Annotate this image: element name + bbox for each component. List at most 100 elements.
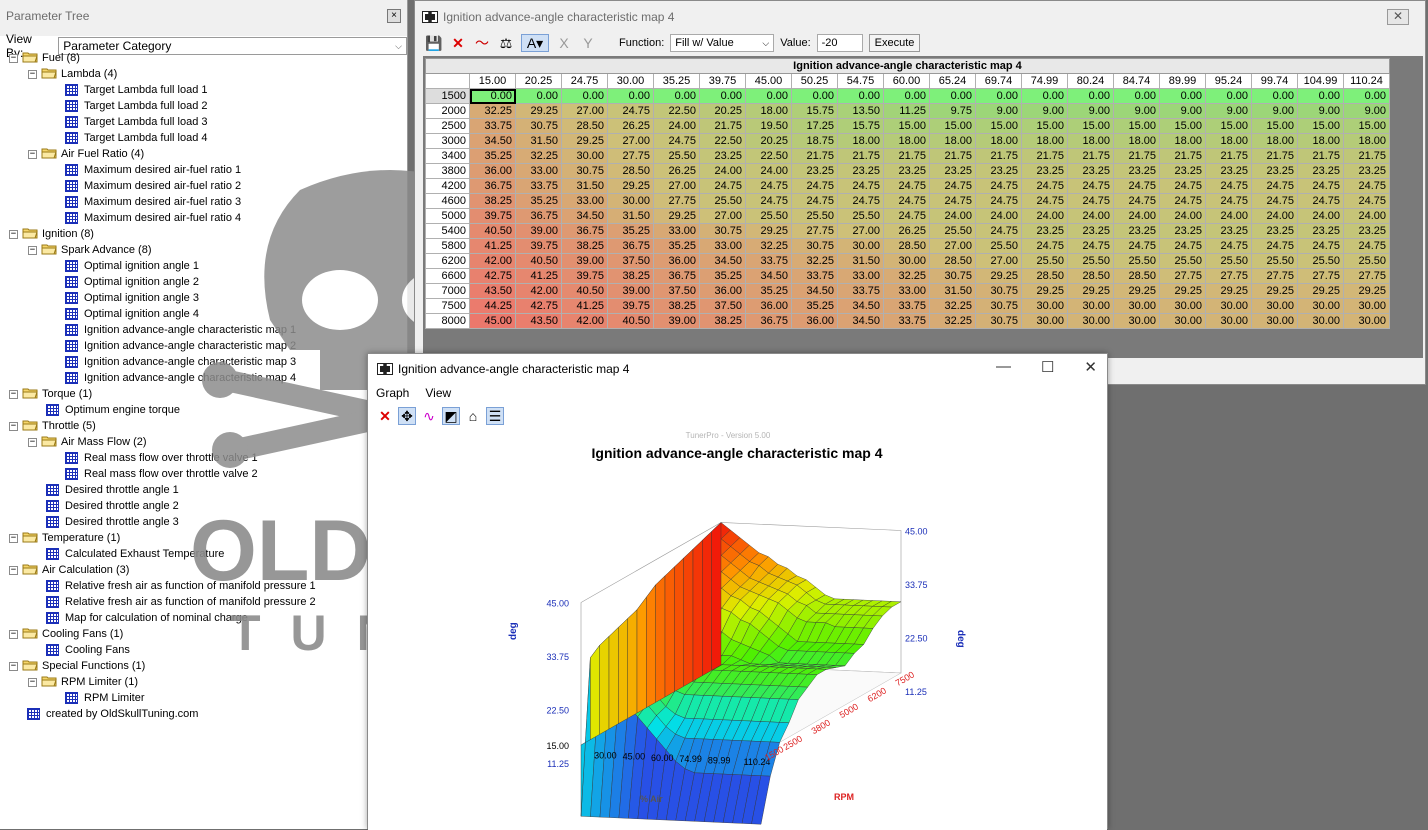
table-cell[interactable]: 23.25 xyxy=(1067,223,1114,239)
table-cell[interactable]: 9.00 xyxy=(1297,103,1344,119)
table-cell[interactable]: 18.00 xyxy=(1297,133,1344,149)
table-cell[interactable]: 35.25 xyxy=(469,148,516,164)
table-cell[interactable]: 23.25 xyxy=(1205,223,1252,239)
table-cell[interactable]: 30.00 xyxy=(1297,298,1344,314)
table-cell[interactable]: 20.25 xyxy=(699,103,746,119)
table-cell[interactable]: 0.00 xyxy=(975,88,1022,104)
table-cell[interactable]: 0.00 xyxy=(791,88,838,104)
tree-item[interactable]: Maximum desired air-fuel ratio 2 xyxy=(65,178,241,194)
table-cell[interactable]: 18.00 xyxy=(975,133,1022,149)
table-cell[interactable]: 30.00 xyxy=(1343,313,1390,329)
table-cell[interactable]: 32.25 xyxy=(745,238,792,254)
table-cell[interactable]: 15.00 xyxy=(1021,118,1068,134)
save-icon[interactable]: 💾 xyxy=(425,34,443,52)
table-cell[interactable]: 23.25 xyxy=(791,163,838,179)
table-cell[interactable]: 25.50 xyxy=(975,238,1022,254)
table-cell[interactable]: 35.25 xyxy=(791,298,838,314)
table-cell[interactable]: 35.25 xyxy=(699,268,746,284)
table-cell[interactable]: 15.00 xyxy=(1159,118,1206,134)
table-cell[interactable]: 30.75 xyxy=(791,238,838,254)
table-cell[interactable]: 23.25 xyxy=(883,163,930,179)
table-cell[interactable]: 39.75 xyxy=(561,268,608,284)
table-cell[interactable]: 27.75 xyxy=(653,193,700,209)
table-cell[interactable]: 24.75 xyxy=(699,178,746,194)
table-cell[interactable]: 27.75 xyxy=(1251,268,1298,284)
table-cell[interactable]: 25.50 xyxy=(791,208,838,224)
view-by-select[interactable]: Parameter Category ⌵ xyxy=(58,37,407,55)
table-cell[interactable]: 36.75 xyxy=(469,178,516,194)
tree-folder[interactable]: − Cooling Fans (1) xyxy=(9,626,123,642)
table-cell[interactable]: 30.75 xyxy=(515,118,562,134)
table-cell[interactable]: 42.75 xyxy=(469,268,516,284)
table-cell[interactable]: 35.25 xyxy=(607,223,654,239)
tree-item[interactable]: Desired throttle angle 2 xyxy=(46,498,179,514)
table-cell[interactable]: 30.00 xyxy=(561,148,608,164)
tree-item[interactable]: Ignition advance-angle characteristic ma… xyxy=(65,322,296,338)
table-cell[interactable]: 15.00 xyxy=(975,118,1022,134)
tree-close-button[interactable]: × xyxy=(387,9,401,23)
table-cell[interactable]: 0.00 xyxy=(607,88,654,104)
table-cell[interactable]: 28.50 xyxy=(561,118,608,134)
table-cell[interactable]: 43.50 xyxy=(469,283,516,299)
table-cell[interactable]: 36.75 xyxy=(607,238,654,254)
table-cell[interactable]: 39.00 xyxy=(515,223,562,239)
table-cell[interactable]: 29.25 xyxy=(515,103,562,119)
table-cell[interactable]: 28.50 xyxy=(929,253,976,269)
table-cell[interactable]: 35.25 xyxy=(653,238,700,254)
table-cell[interactable]: 0.00 xyxy=(1251,88,1298,104)
table-cell[interactable]: 9.00 xyxy=(1251,103,1298,119)
table-cell[interactable]: 34.50 xyxy=(699,253,746,269)
table-cell[interactable]: 29.25 xyxy=(1113,283,1160,299)
table-cell[interactable]: 0.00 xyxy=(837,88,884,104)
collapse-toggle-icon[interactable]: − xyxy=(9,421,18,431)
table-cell[interactable]: 36.75 xyxy=(515,208,562,224)
table-cell[interactable]: 0.00 xyxy=(653,88,700,104)
table-cell[interactable]: 24.75 xyxy=(1113,193,1160,209)
table-cell[interactable]: 21.75 xyxy=(1343,148,1390,164)
table-cell[interactable]: 25.50 xyxy=(929,223,976,239)
tree-item[interactable]: Optimal ignition angle 4 xyxy=(65,306,199,322)
table-cell[interactable]: 0.00 xyxy=(469,88,516,104)
collapse-toggle-icon[interactable]: − xyxy=(28,149,37,159)
table-cell[interactable]: 21.75 xyxy=(883,148,930,164)
table-cell[interactable]: 25.50 xyxy=(1297,253,1344,269)
table-cell[interactable]: 24.00 xyxy=(699,163,746,179)
table-cell[interactable]: 23.25 xyxy=(1297,163,1344,179)
table-cell[interactable]: 30.00 xyxy=(1205,298,1252,314)
table-cell[interactable]: 30.75 xyxy=(975,313,1022,329)
table-cell[interactable]: 33.75 xyxy=(883,313,930,329)
table-cell[interactable]: 27.00 xyxy=(653,178,700,194)
table-cell[interactable]: 36.75 xyxy=(745,313,792,329)
table-cell[interactable]: 9.00 xyxy=(975,103,1022,119)
table-cell[interactable]: 41.25 xyxy=(469,238,516,254)
table-cell[interactable]: 21.75 xyxy=(1067,148,1114,164)
table-cell[interactable]: 40.50 xyxy=(469,223,516,239)
table-cell[interactable]: 32.25 xyxy=(469,103,516,119)
table-cell[interactable]: 25.50 xyxy=(1067,253,1114,269)
table-cell[interactable]: 23.25 xyxy=(1159,223,1206,239)
table-cell[interactable]: 30.00 xyxy=(1113,313,1160,329)
table-cell[interactable]: 9.00 xyxy=(1343,103,1390,119)
table-cell[interactable]: 38.25 xyxy=(607,268,654,284)
tree-item[interactable]: Target Lambda full load 1 xyxy=(65,82,208,98)
table-cell[interactable]: 24.75 xyxy=(837,193,884,209)
table-cell[interactable]: 23.25 xyxy=(1159,163,1206,179)
close-button[interactable]: ✕ xyxy=(1084,358,1097,376)
table-cell[interactable]: 30.00 xyxy=(1021,298,1068,314)
tree-item[interactable]: Maximum desired air-fuel ratio 4 xyxy=(65,210,241,226)
close-icon[interactable]: ✕ xyxy=(449,34,467,52)
table-cell[interactable]: 24.75 xyxy=(1251,193,1298,209)
table-cell[interactable]: 45.00 xyxy=(469,313,516,329)
table-cell[interactable]: 24.75 xyxy=(975,193,1022,209)
table-cell[interactable]: 24.75 xyxy=(929,193,976,209)
table-cell[interactable]: 34.50 xyxy=(791,283,838,299)
table-cell[interactable]: 29.25 xyxy=(1297,283,1344,299)
table-cell[interactable]: 29.25 xyxy=(1343,283,1390,299)
table-cell[interactable]: 21.75 xyxy=(1251,148,1298,164)
wireframe-icon[interactable]: ⌂ xyxy=(464,407,482,425)
table-cell[interactable]: 30.00 xyxy=(1251,298,1298,314)
table-cell[interactable]: 27.75 xyxy=(607,148,654,164)
tree-item[interactable]: Real mass flow over throttle valve 1 xyxy=(65,450,258,466)
table-cell[interactable]: 9.00 xyxy=(1021,103,1068,119)
table-cell[interactable]: 39.00 xyxy=(607,283,654,299)
